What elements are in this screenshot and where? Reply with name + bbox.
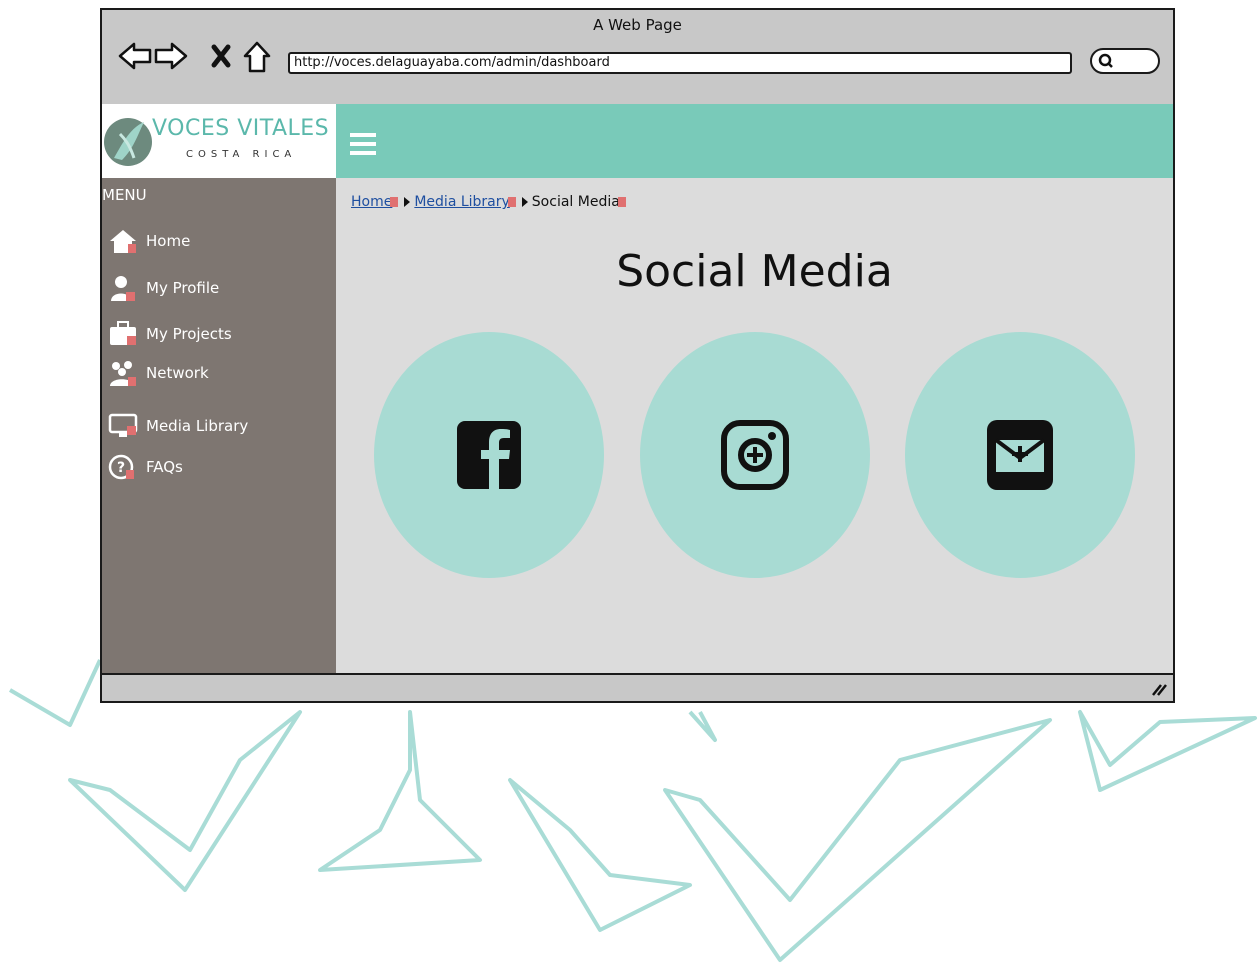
page-title: Social Media	[616, 246, 893, 297]
breadcrumb-current: Social Media	[531, 194, 620, 210]
stop-icon[interactable]	[210, 44, 232, 68]
app-header	[336, 104, 1173, 178]
logo-mark-icon	[104, 118, 152, 166]
email-button[interactable]	[905, 332, 1135, 578]
sidebar-item-label: My Profile	[146, 279, 220, 297]
chevron-right-icon	[404, 197, 411, 207]
home-nav-icon[interactable]	[242, 40, 272, 74]
facebook-icon	[457, 421, 521, 489]
email-icon	[987, 420, 1053, 490]
chevron-right-icon	[521, 197, 528, 207]
sidebar-item-home[interactable]: Home	[108, 226, 190, 256]
instagram-button[interactable]	[640, 332, 870, 578]
breadcrumb: Home Media Library Social Media	[351, 194, 628, 210]
flag-icon	[390, 197, 399, 207]
hamburger-menu-icon[interactable]	[350, 132, 376, 156]
help-icon: ?	[108, 454, 134, 480]
resize-grip-icon[interactable]	[1149, 681, 1167, 697]
facebook-button[interactable]	[374, 332, 604, 578]
flag-icon	[507, 197, 516, 207]
main-content: Home Media Library Social Media Social M…	[336, 178, 1173, 673]
menu-title: MENU	[102, 186, 147, 204]
sidebar-item-faqs[interactable]: ? FAQs	[108, 452, 183, 482]
breadcrumb-home[interactable]: Home	[351, 194, 392, 210]
browser-search-field[interactable]	[1090, 48, 1160, 74]
briefcase-icon	[110, 321, 136, 345]
sidebar: MENU Home My Profile My Projects Network…	[102, 178, 336, 673]
people-icon	[110, 361, 136, 386]
forward-arrow-icon[interactable]	[154, 40, 188, 72]
svg-text:?: ?	[117, 460, 125, 476]
sidebar-item-label: My Projects	[146, 325, 232, 343]
breadcrumb-media-library[interactable]: Media Library	[414, 194, 509, 210]
url-input[interactable]: http://voces.delaguayaba.com/admin/dashb…	[288, 52, 1072, 74]
search-icon	[1098, 53, 1113, 68]
sidebar-item-media-library[interactable]: Media Library	[108, 411, 248, 441]
monitor-icon	[108, 413, 138, 437]
window-title: A Web Page	[593, 16, 682, 34]
instagram-icon	[721, 420, 789, 490]
back-arrow-icon[interactable]	[118, 40, 152, 72]
user-icon	[111, 276, 135, 301]
status-bar	[102, 673, 1173, 701]
flag-icon	[617, 197, 626, 207]
sidebar-item-my-profile[interactable]: My Profile	[108, 273, 219, 303]
sidebar-item-my-projects[interactable]: My Projects	[108, 319, 232, 349]
sidebar-item-label: Home	[146, 232, 191, 250]
sidebar-item-network[interactable]: Network	[108, 358, 209, 388]
browser-window: A Web Page http://voces.delaguayaba.com/…	[100, 8, 1175, 703]
sidebar-item-label: Media Library	[146, 417, 249, 435]
logo-name: VOCES VITALES	[152, 116, 330, 141]
home-icon	[110, 230, 136, 253]
logo[interactable]: VOCES VITALES COSTA RICA	[102, 104, 336, 178]
sidebar-item-label: Network	[146, 364, 209, 382]
logo-subtitle: COSTA RICA	[186, 149, 297, 160]
sidebar-item-label: FAQs	[146, 458, 183, 476]
